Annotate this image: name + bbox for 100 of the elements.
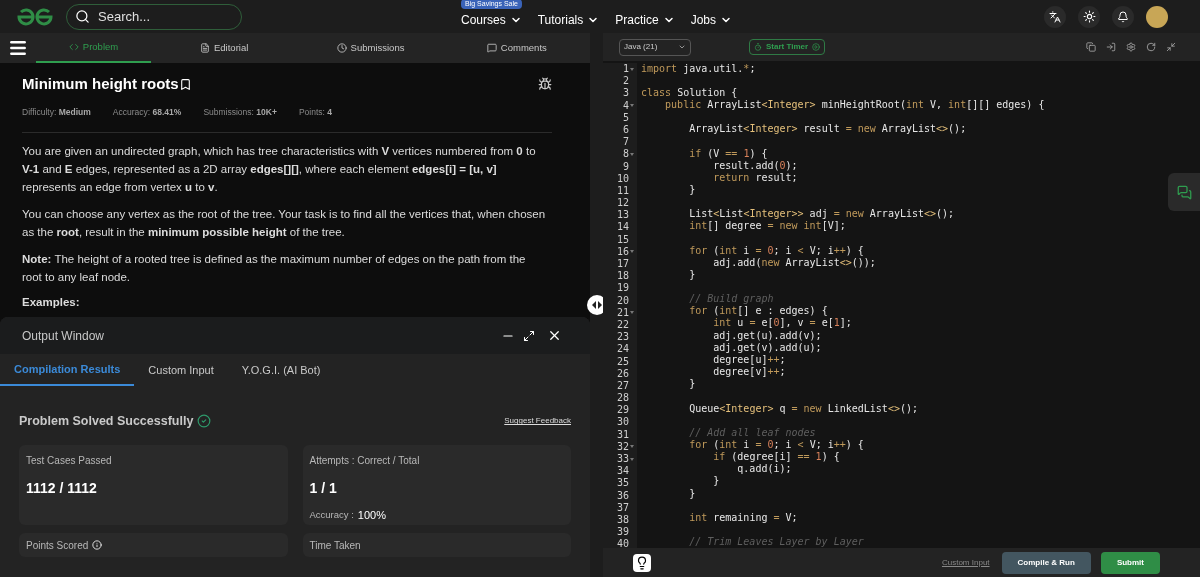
code-line: public ArrayList<Integer> minHeightRoot(int V, int[][] edges) { (664, 99, 1045, 111)
fold-icon[interactable] (630, 152, 634, 156)
code-line: } (712, 475, 720, 487)
examples-heading: Examples: (22, 295, 81, 311)
code-line: int u = e[0], v = e[1]; (712, 317, 852, 329)
line-number: 3 (622, 87, 629, 100)
copy-icon[interactable] (1086, 42, 1096, 52)
code-line: result.add(0); (712, 159, 798, 171)
chat-icon[interactable] (1168, 173, 1200, 211)
code-line: int remaining = V; (688, 511, 798, 523)
code-line: adj.get(u).add(v); (712, 329, 822, 341)
output-tab[interactable]: Y.O.G.I. (AI Bot) (227, 354, 335, 386)
code-line: // Add all leaf nodes (688, 426, 816, 438)
close-icon[interactable] (547, 328, 562, 343)
line-number: 6 (622, 123, 629, 137)
bookmark-icon[interactable] (178, 77, 192, 91)
code-line: adj.get(v).add(u); (712, 341, 822, 353)
start-timer-button[interactable]: Start Timer (749, 39, 826, 55)
fold-icon[interactable] (630, 457, 634, 461)
theme-icon[interactable] (1078, 5, 1100, 28)
line-number: 8 (622, 148, 629, 161)
search-icon (75, 9, 90, 24)
logo-icon[interactable] (16, 6, 54, 27)
code-line: for (int[] e : edges) { (688, 305, 828, 317)
line-number: 5 (622, 111, 629, 124)
line-number: 2 (622, 75, 629, 88)
code-line: } (688, 268, 696, 280)
line-number: 16 (616, 245, 629, 258)
line-number: 4 (622, 99, 629, 112)
line-number: 18 (616, 270, 629, 283)
nav-menu[interactable]: Tutorials (537, 10, 600, 29)
line-number: 32 (616, 440, 629, 453)
output-tab[interactable]: Custom Input (134, 354, 228, 386)
problem-paragraph: You can choose any vertex as the root of the tree. Your task is to find all the vertices that, when chosen as the root, result in the minimum possible height of the tree. (22, 207, 547, 241)
status-text: Problem Solved Successfully (19, 413, 194, 430)
fold-icon[interactable] (630, 67, 634, 71)
info-icon[interactable] (92, 540, 103, 551)
language-select[interactable]: Java (21) (619, 38, 691, 56)
code-line: List<List<Integer>> adj = new ArrayList<>(); (688, 208, 955, 220)
feedback-link[interactable]: Suggest Feedback (504, 415, 571, 428)
code-line: // Build graph (688, 293, 774, 305)
settings-icon[interactable] (1126, 42, 1136, 52)
line-number: 17 (616, 258, 629, 271)
code-line: class Solution { (641, 87, 738, 99)
code-icon (68, 42, 79, 52)
import-icon[interactable] (1106, 42, 1116, 52)
lightbulb-icon[interactable] (633, 553, 651, 572)
translate-icon[interactable] (1044, 5, 1066, 28)
line-number: 26 (616, 367, 629, 380)
line-number: 24 (616, 343, 629, 356)
card-subvalue: 100% (357, 507, 386, 523)
line-number: 39 (616, 526, 629, 539)
line-number: 20 (616, 294, 629, 307)
card-label: Attempts : Correct / Total (309, 453, 420, 468)
line-number: 23 (616, 331, 629, 344)
code-line: adj.add(new ArrayList<>()); (712, 256, 876, 268)
expand-icon[interactable] (523, 329, 535, 342)
meta-text: Submissions: 10K+ (203, 105, 277, 119)
check-icon (197, 414, 212, 429)
card-label: Time Taken (309, 538, 361, 553)
avatar[interactable] (1146, 5, 1168, 28)
code-line: ArrayList<Integer> result = new ArrayList<>(); (688, 123, 967, 135)
line-number: 10 (616, 172, 629, 185)
fold-icon[interactable] (630, 311, 634, 315)
nav-menu[interactable]: Jobs (690, 10, 732, 29)
fullscreen-icon[interactable] (1166, 42, 1176, 52)
fold-icon[interactable] (630, 250, 634, 254)
problem-title: Minimum height roots (22, 74, 179, 94)
nav-menu[interactable]: Courses (461, 10, 522, 29)
menu-icon[interactable] (8, 38, 28, 58)
compile-run-button[interactable]: Compile & Run (1001, 551, 1091, 574)
fold-icon[interactable] (630, 104, 634, 108)
line-number: 19 (616, 282, 629, 295)
nav-menu[interactable]: Practice (615, 10, 675, 29)
reset-icon[interactable] (1146, 42, 1156, 52)
meta-text: Accuracy: 68.41% (112, 105, 182, 119)
card-label: Points Scored (26, 538, 89, 553)
line-number: 15 (616, 233, 629, 246)
line-number: 12 (616, 197, 629, 210)
play-icon (812, 43, 821, 51)
bell-icon[interactable] (1112, 5, 1134, 28)
code-line: } (688, 184, 696, 196)
search-input[interactable]: Search... (98, 6, 228, 27)
alarm-clock-icon (754, 43, 762, 51)
fold-icon[interactable] (630, 445, 634, 449)
submit-button[interactable]: Submit (1100, 551, 1160, 574)
document-icon (200, 43, 210, 53)
problem-tab[interactable]: Comments (443, 33, 590, 63)
line-number: 9 (622, 160, 629, 173)
problem-tab[interactable]: Submissions (297, 33, 444, 63)
line-number: 38 (616, 513, 629, 527)
line-number: 31 (616, 428, 629, 441)
custom-input-link[interactable]: Custom Input (941, 556, 990, 569)
problem-tab[interactable]: Editorial (151, 33, 298, 63)
chat-bubble-icon (486, 43, 497, 53)
line-number: 27 (616, 379, 629, 393)
output-tab[interactable]: Compilation Results (0, 354, 135, 386)
meta-text: Difficulty: Medium (22, 105, 91, 119)
line-number: 28 (616, 392, 629, 405)
bug-icon[interactable] (538, 77, 552, 92)
